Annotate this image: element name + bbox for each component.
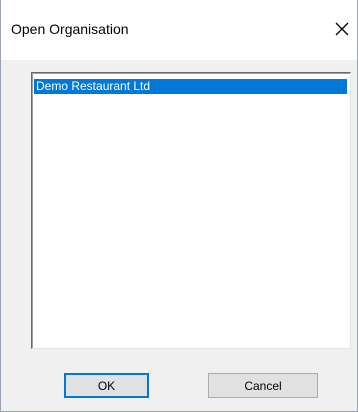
list-item-label: Demo Restaurant Ltd [36,79,151,93]
cancel-button[interactable]: Cancel [208,373,318,398]
organisation-listbox[interactable]: Demo Restaurant Ltd [31,72,351,349]
close-icon [335,22,349,36]
list-item[interactable]: Demo Restaurant Ltd [34,79,347,94]
open-organisation-dialog: Open Organisation Demo Restaurant Ltd OK… [0,0,358,412]
title-bar[interactable]: Open Organisation [1,0,357,60]
cancel-button-label: Cancel [244,378,282,393]
ok-button-label: OK [97,378,116,393]
close-button[interactable] [327,14,357,44]
ok-button[interactable]: OK [64,373,149,398]
dialog-title: Open Organisation [11,21,129,37]
